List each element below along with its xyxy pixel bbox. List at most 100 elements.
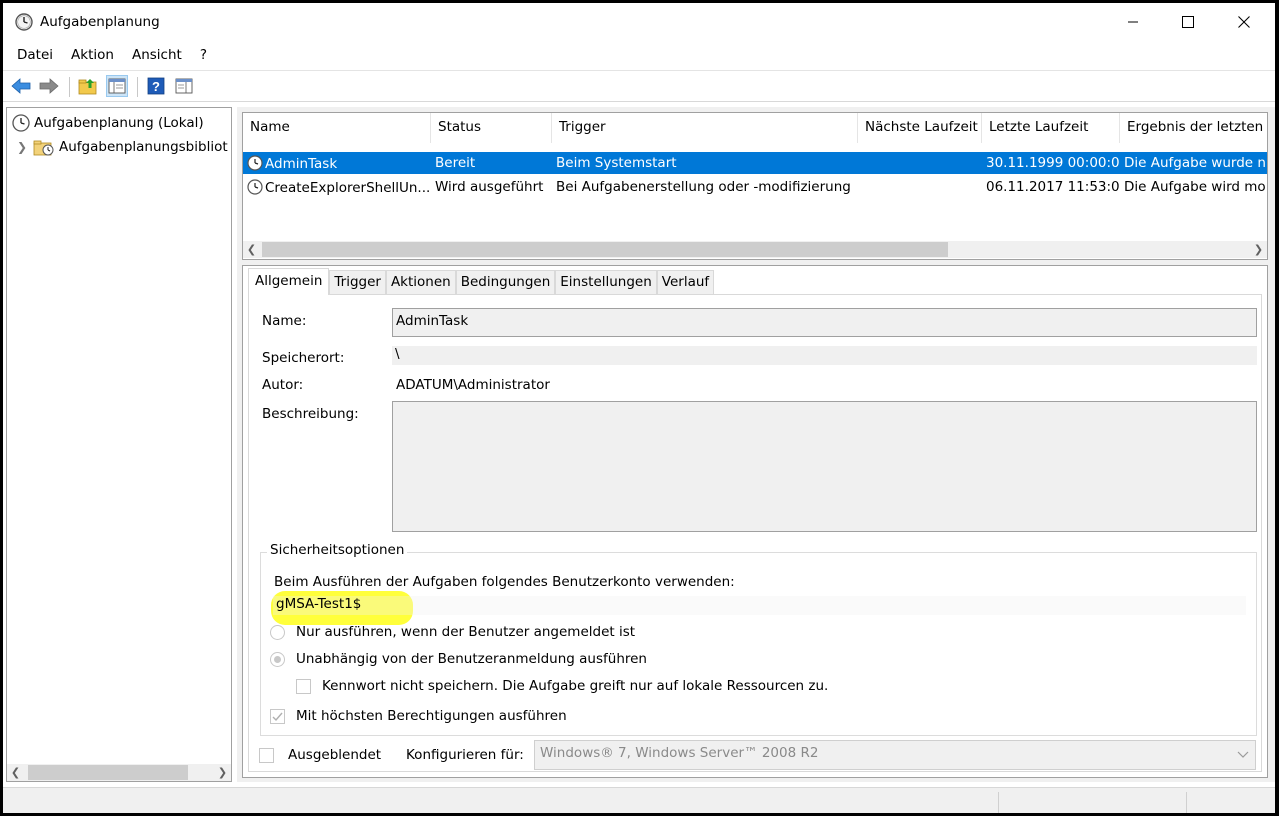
task-scheduler-window: Aufgabenplanung Datei Aktion Ansicht ? ?… bbox=[3, 3, 1275, 813]
task-name-cell: AdminTask bbox=[247, 152, 431, 174]
chevron-right-icon[interactable]: ❯ bbox=[17, 140, 33, 154]
location-label: Speicherort: bbox=[262, 350, 345, 366]
radio-independent-of-logon[interactable] bbox=[270, 652, 285, 667]
description-field[interactable] bbox=[392, 401, 1257, 532]
properties-view-button[interactable] bbox=[173, 75, 195, 97]
window-title: Aufgabenplanung bbox=[40, 14, 160, 30]
column-header-last-result[interactable]: Ergebnis der letzten A bbox=[1120, 113, 1267, 143]
menu-datei[interactable]: Datei bbox=[3, 43, 62, 67]
tree-item-library[interactable]: ❯ Aufgabenplanungsbibliot bbox=[17, 136, 228, 158]
scrollbar-thumb[interactable] bbox=[262, 242, 948, 257]
svg-text:?: ? bbox=[152, 79, 160, 94]
console-tree-icon bbox=[108, 78, 126, 94]
menu-aktion[interactable]: Aktion bbox=[62, 43, 123, 67]
radio-logged-on-only[interactable] bbox=[270, 625, 285, 640]
configure-for-label: Konfigurieren für: bbox=[406, 747, 524, 763]
maximize-button[interactable] bbox=[1165, 3, 1211, 41]
name-field[interactable]: AdminTask bbox=[392, 308, 1257, 337]
column-header-name[interactable]: Name bbox=[243, 113, 431, 143]
column-header-status[interactable]: Status bbox=[431, 113, 552, 143]
forward-button[interactable] bbox=[38, 75, 60, 97]
status-divider bbox=[998, 792, 999, 813]
column-header-last-run[interactable]: Letzte Laufzeit bbox=[982, 113, 1120, 143]
general-tab-body: Name: AdminTask Speicherort: \ Autor: AD… bbox=[248, 294, 1262, 772]
folder-clock-icon bbox=[33, 140, 54, 156]
task-last-run: 06.11.2017 11:53:06 bbox=[986, 179, 1120, 195]
tab-bedingungen[interactable]: Bedingungen bbox=[455, 270, 556, 294]
task-last-run: 30.11.1999 00:00:00 bbox=[986, 155, 1120, 171]
toolbar-separator bbox=[137, 77, 138, 97]
detail-tabs: Allgemein Trigger Aktionen Bedingungen E… bbox=[248, 268, 715, 295]
task-next-run bbox=[858, 176, 982, 198]
minimize-button[interactable] bbox=[1110, 3, 1156, 41]
table-row[interactable]: AdminTask Bereit Beim Systemstart 30.11.… bbox=[243, 152, 1267, 174]
clock-icon bbox=[247, 179, 263, 195]
tab-einstellungen[interactable]: Einstellungen bbox=[555, 270, 657, 294]
security-options-title: Sicherheitsoptionen bbox=[267, 542, 408, 558]
author-value: ADATUM\Administrator bbox=[396, 377, 550, 393]
status-divider bbox=[1186, 792, 1187, 813]
menu-help[interactable]: ? bbox=[191, 43, 216, 67]
task-details-pane: Allgemein Trigger Aktionen Bedingungen E… bbox=[242, 265, 1268, 778]
tab-aktionen[interactable]: Aktionen bbox=[385, 270, 456, 294]
user-account-field: gMSA-Test1$ bbox=[273, 596, 1246, 615]
scroll-left-icon[interactable]: ❮ bbox=[7, 764, 24, 781]
close-button[interactable] bbox=[1221, 3, 1267, 41]
no-store-password-label: Kennwort nicht speichern. Die Aufgabe gr… bbox=[322, 678, 829, 694]
scroll-left-icon[interactable]: ❮ bbox=[243, 241, 260, 258]
maximize-icon bbox=[1182, 16, 1194, 28]
chevron-down-icon bbox=[1237, 747, 1249, 763]
show-hide-console-tree-button[interactable] bbox=[106, 75, 128, 97]
tab-allgemein[interactable]: Allgemein bbox=[248, 268, 330, 295]
toolbar-separator bbox=[69, 77, 70, 97]
tab-verlauf[interactable]: Verlauf bbox=[656, 270, 715, 294]
checkbox-hidden[interactable] bbox=[259, 748, 274, 763]
title-bar: Aufgabenplanung bbox=[3, 3, 1275, 41]
details-view-icon bbox=[175, 78, 193, 94]
checkbox-highest-privileges[interactable] bbox=[270, 709, 285, 724]
help-icon: ? bbox=[147, 77, 165, 95]
account-prompt: Beim Ausführen der Aufgaben folgendes Be… bbox=[274, 574, 735, 590]
table-row[interactable]: CreateExplorerShellUn... Wird ausgeführt… bbox=[243, 176, 1267, 198]
radio-independent-label: Unabhängig von der Benutzeranmeldung aus… bbox=[296, 651, 647, 667]
author-label: Autor: bbox=[262, 377, 304, 393]
task-name: CreateExplorerShellUn... bbox=[265, 180, 431, 196]
task-list: Name Status Trigger Nächste Laufzeit Let… bbox=[242, 112, 1268, 260]
column-header-trigger[interactable]: Trigger bbox=[552, 113, 858, 143]
tree-library-label: Aufgabenplanungsbibliot bbox=[59, 139, 228, 155]
tree-item-root[interactable]: Aufgabenplanung (Lokal) bbox=[12, 112, 204, 134]
task-last-result: Die Aufgabe wird mo bbox=[1124, 179, 1266, 195]
configure-for-select[interactable]: Windows® 7, Windows Server™ 2008 R2 bbox=[534, 740, 1256, 770]
checkbox-do-not-store-password[interactable] bbox=[296, 679, 311, 694]
location-value: \ bbox=[392, 346, 1257, 365]
toolbar: ? bbox=[3, 70, 1275, 102]
clock-icon bbox=[12, 114, 30, 132]
description-label: Beschreibung: bbox=[262, 406, 359, 422]
status-bar bbox=[3, 787, 1275, 813]
scrollbar-thumb[interactable] bbox=[28, 765, 188, 780]
console-tree-pane: Aufgabenplanung (Lokal) ❯ Aufgabenplanun… bbox=[6, 107, 232, 782]
clock-icon bbox=[247, 155, 263, 171]
scroll-right-icon[interactable]: ❯ bbox=[1250, 241, 1267, 258]
back-button[interactable] bbox=[10, 75, 32, 97]
up-folder-button[interactable] bbox=[77, 75, 99, 97]
highest-privileges-label: Mit höchsten Berechtigungen ausführen bbox=[296, 708, 567, 724]
task-name: AdminTask bbox=[265, 156, 338, 172]
list-horizontal-scrollbar[interactable]: ❮ ❯ bbox=[243, 241, 1267, 258]
tree-root-label: Aufgabenplanung (Lokal) bbox=[34, 115, 204, 131]
task-status: Bereit bbox=[435, 155, 476, 171]
tree-horizontal-scrollbar[interactable]: ❮ ❯ bbox=[7, 764, 231, 781]
checkmark-icon bbox=[272, 712, 283, 721]
tab-trigger[interactable]: Trigger bbox=[329, 270, 386, 294]
task-trigger: Bei Aufgabenerstellung oder -modifizieru… bbox=[556, 179, 851, 195]
results-pane: Name Status Trigger Nächste Laufzeit Let… bbox=[237, 107, 1275, 782]
menu-bar: Datei Aktion Ansicht ? bbox=[3, 43, 1275, 67]
minimize-icon bbox=[1128, 21, 1138, 23]
column-header-next-run[interactable]: Nächste Laufzeit bbox=[858, 113, 982, 143]
forward-arrow-icon bbox=[39, 78, 59, 94]
menu-ansicht[interactable]: Ansicht bbox=[123, 43, 191, 67]
task-trigger: Beim Systemstart bbox=[556, 155, 677, 171]
task-status: Wird ausgeführt bbox=[435, 179, 544, 195]
help-button[interactable]: ? bbox=[145, 75, 167, 97]
scroll-right-icon[interactable]: ❯ bbox=[214, 764, 231, 781]
